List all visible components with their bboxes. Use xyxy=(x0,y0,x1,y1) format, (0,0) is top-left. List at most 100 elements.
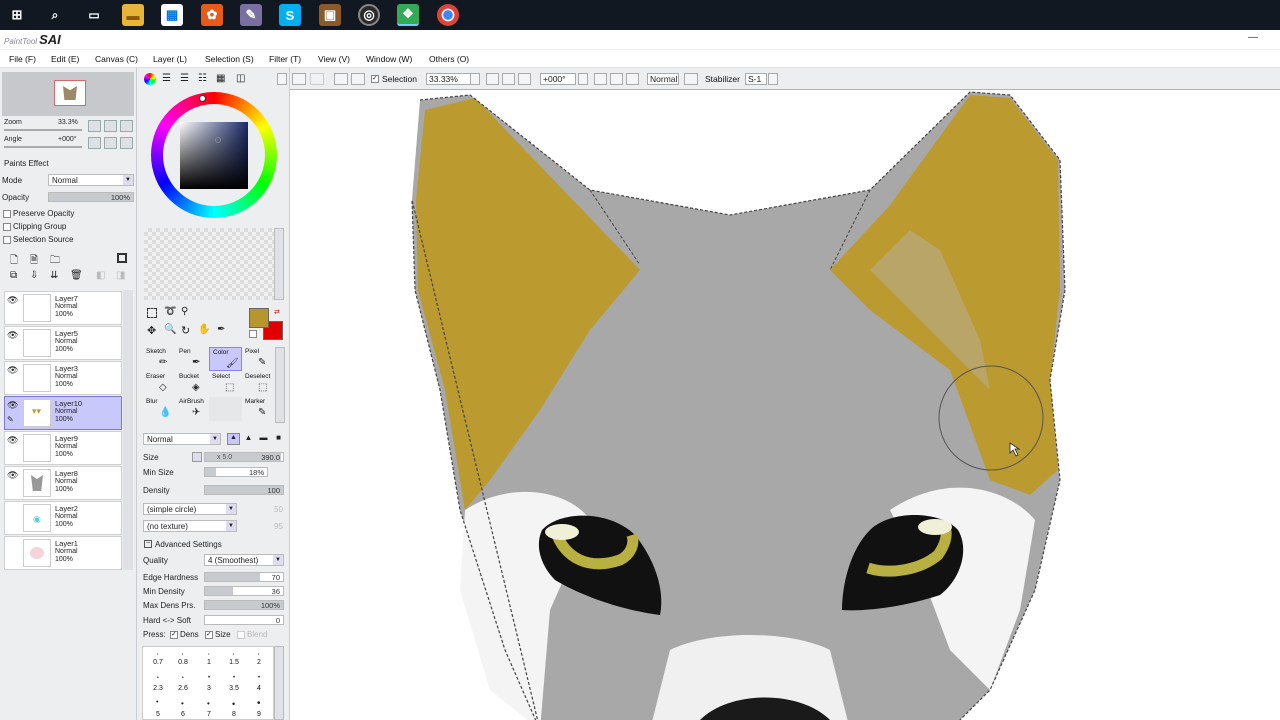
size-multiplier[interactable] xyxy=(192,452,202,462)
press-size-checkbox[interactable]: ✓ xyxy=(205,631,213,639)
new-linework-layer-icon[interactable]: 🗎 xyxy=(30,253,38,270)
preset-dot[interactable]: • xyxy=(233,675,235,681)
color-wheel[interactable] xyxy=(151,92,277,218)
preset-dot[interactable]: • xyxy=(208,651,209,656)
swap-colors-icon[interactable]: ⇄ xyxy=(274,308,280,316)
edge-hardness-slider[interactable]: 70 xyxy=(204,572,284,582)
size-preset[interactable]: 1 xyxy=(199,659,219,666)
preset-dot[interactable]: • xyxy=(182,675,184,681)
undo-button[interactable] xyxy=(292,73,306,85)
menu-edit[interactable]: Edit (E) xyxy=(51,54,79,64)
rotate-left-button[interactable] xyxy=(594,73,607,85)
layer-item[interactable]: 👁 Layer8 Normal 100% xyxy=(4,466,122,500)
brush-shape-icon[interactable]: ▲ xyxy=(242,433,255,445)
tool-sketch[interactable]: Sketch ✏ xyxy=(143,347,176,371)
layer-item[interactable]: 👁 Layer5 Normal 100% xyxy=(4,326,122,360)
preserve-opacity-checkbox[interactable] xyxy=(3,210,11,218)
preset-dot[interactable]: • xyxy=(232,699,235,709)
move-icon[interactable]: ✥ xyxy=(147,324,156,337)
clipping-group-checkbox[interactable] xyxy=(3,223,11,231)
tool-pixel[interactable]: Pixel ✎ xyxy=(242,347,275,371)
swatches-tab-icon[interactable]: ☷ xyxy=(198,73,207,84)
size-preset[interactable]: 5 xyxy=(148,711,168,718)
file-explorer-icon[interactable]: ▬ xyxy=(122,4,144,26)
app-icon[interactable]: ▣ xyxy=(319,4,341,26)
layer-item[interactable]: Layer1 Normal 100% xyxy=(4,536,122,570)
tool-bucket[interactable]: Bucket ◈ xyxy=(176,372,209,396)
size-preset[interactable]: 3 xyxy=(199,685,219,692)
preset-dot[interactable]: • xyxy=(156,699,158,706)
layer-item[interactable]: 👁 Layer7 Normal 100% xyxy=(4,291,122,325)
rotate-left-button[interactable] xyxy=(88,137,101,149)
magic-wand-icon[interactable]: ⚲ xyxy=(181,306,188,317)
preset-dot[interactable]: • xyxy=(181,699,184,708)
size-preset[interactable]: 2.6 xyxy=(173,685,193,692)
size-preset[interactable]: 1.5 xyxy=(224,659,244,666)
size-preset[interactable]: 0.8 xyxy=(173,659,193,666)
preset-dot[interactable]: • xyxy=(233,651,234,656)
max-dens-slider[interactable]: 100% xyxy=(204,600,284,610)
tool-color[interactable]: Color 🖌 xyxy=(209,347,242,371)
rgb-slider-tab-icon[interactable]: ☰ xyxy=(162,73,171,84)
app-icon[interactable]: ◎ xyxy=(358,4,380,26)
zoom-reset-button[interactable] xyxy=(518,73,531,85)
eye-icon[interactable]: 👁 xyxy=(7,295,18,306)
rotation-field[interactable]: +000° xyxy=(540,73,576,85)
drawing-canvas[interactable] xyxy=(290,90,1280,720)
layer-scrollbar[interactable] xyxy=(123,290,133,570)
tool-select[interactable]: Select ⬚ xyxy=(209,372,242,396)
preset-dot[interactable]: • xyxy=(257,698,261,709)
preset-dot[interactable]: • xyxy=(157,651,158,656)
tool-pen[interactable]: Pen ✒ xyxy=(176,347,209,371)
brush-shape-icon[interactable]: ▬ xyxy=(257,433,270,445)
preset-dot[interactable]: • xyxy=(207,699,210,708)
brush-shape-icon[interactable]: ▲ xyxy=(227,433,240,445)
size-preset[interactable]: 0.7 xyxy=(148,659,168,666)
hard-soft-slider[interactable]: 0 xyxy=(204,615,284,625)
tool-scrollbar[interactable] xyxy=(275,347,285,423)
primary-color-swatch[interactable] xyxy=(249,308,269,328)
eye-icon[interactable]: 👁 xyxy=(7,365,18,376)
menu-layer[interactable]: Layer (L) xyxy=(153,54,187,64)
tool-blur[interactable]: Blur 💧 xyxy=(143,397,176,421)
eye-icon[interactable] xyxy=(7,505,18,516)
size-preset[interactable]: 2.3 xyxy=(148,685,168,692)
min-density-slider[interactable]: 36 xyxy=(204,586,284,596)
brush-texture-select[interactable]: (no texture) ▼ xyxy=(143,520,237,532)
zoom-out-button[interactable] xyxy=(486,73,499,85)
eye-icon[interactable] xyxy=(7,540,18,551)
new-folder-icon[interactable]: 🗀 xyxy=(50,253,60,270)
size-preset[interactable]: 6 xyxy=(173,711,193,718)
layer-item[interactable]: 👁 Layer3 Normal 100% xyxy=(4,361,122,395)
navigator-preview[interactable] xyxy=(2,72,134,116)
rotate-right-button[interactable] xyxy=(104,137,117,149)
size-preset[interactable]: 8 xyxy=(224,711,244,718)
zoom-icon[interactable]: 🔍 xyxy=(164,324,176,335)
eye-icon[interactable]: 👁 xyxy=(7,400,18,411)
merge-down-icon[interactable]: ⇊ xyxy=(50,270,58,281)
preset-dot[interactable]: • xyxy=(258,675,260,681)
menu-window[interactable]: Window (W) xyxy=(366,54,412,64)
lasso-icon[interactable]: ➰ xyxy=(164,306,176,317)
deselect-button[interactable] xyxy=(334,73,348,85)
brush-shape-select[interactable]: (simple circle) ▼ xyxy=(143,503,237,515)
zoom-reset-button[interactable] xyxy=(120,120,133,132)
show-selection-checkbox[interactable]: ✓ xyxy=(371,75,379,83)
rect-select-icon[interactable] xyxy=(147,308,157,318)
press-blend-checkbox[interactable] xyxy=(237,631,245,639)
eyedropper-icon[interactable]: ✒ xyxy=(217,324,225,335)
rotate-icon[interactable]: ↻ xyxy=(181,324,190,337)
tool-airbrush[interactable]: AirBrush ✈ xyxy=(176,397,209,421)
size-slider[interactable]: x 5.0 390.0 xyxy=(204,452,284,462)
color-square[interactable] xyxy=(180,122,248,189)
stabilizer-field[interactable]: S-1 xyxy=(745,73,767,85)
blend-field[interactable]: Normal xyxy=(647,73,679,85)
eye-icon[interactable]: 👁 xyxy=(7,330,18,341)
tool-eraser[interactable]: Eraser ◇ xyxy=(143,372,176,396)
mode-select[interactable]: Normal ▼ xyxy=(48,174,134,186)
size-preset[interactable]: 2 xyxy=(249,659,269,666)
selection-source-checkbox[interactable] xyxy=(3,236,11,244)
angle-slider[interactable] xyxy=(4,146,82,148)
paint-tool-sai-icon[interactable]: ❖ xyxy=(397,4,419,26)
menu-canvas[interactable]: Canvas (C) xyxy=(95,54,138,64)
